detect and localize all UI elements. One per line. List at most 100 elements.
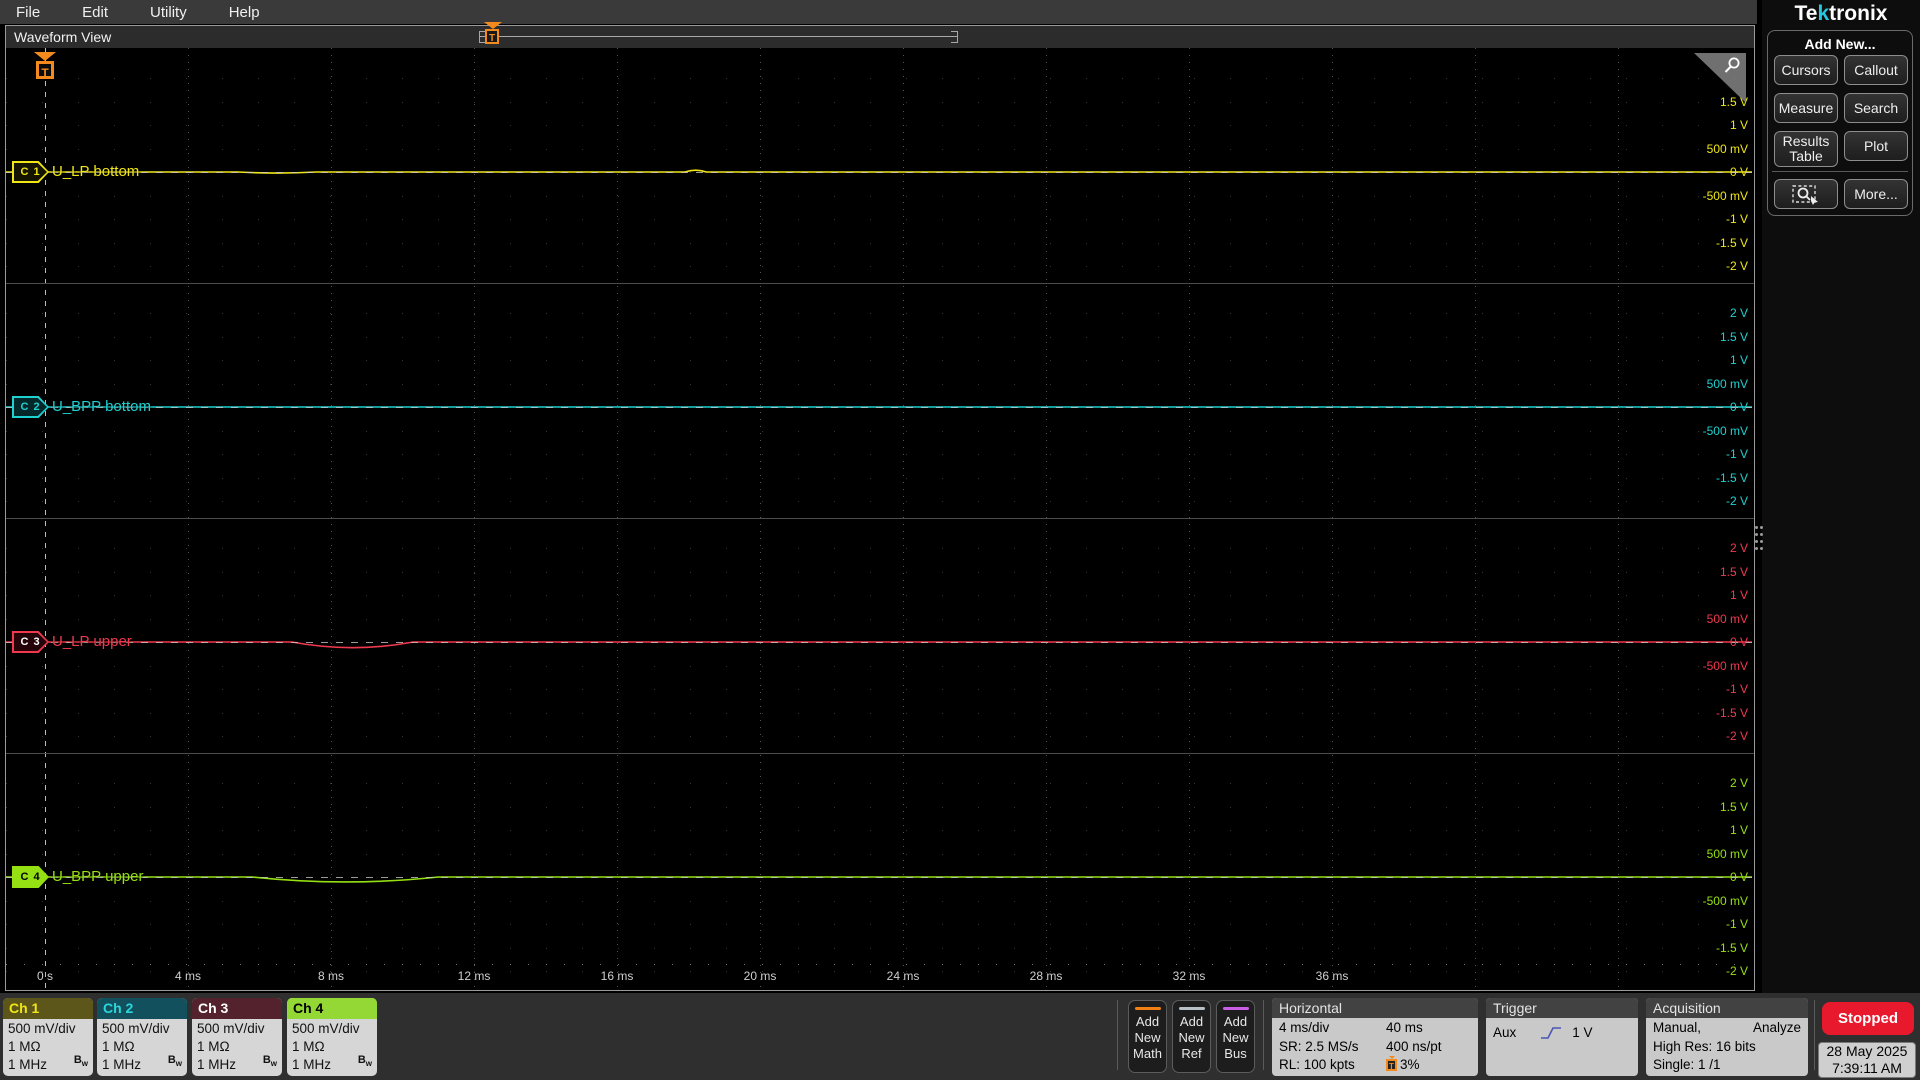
record-view-minimap[interactable]: T <box>476 22 961 48</box>
horizontal-panel[interactable]: Horizontal 4 ms/div 40 ms SR: 2.5 MS/s 400 … <box>1272 998 1478 1076</box>
zero-volt-reference-line <box>6 407 1752 408</box>
add-button-accent <box>1134 1007 1161 1010</box>
channel-label-1[interactable]: U_LP bottom <box>52 163 139 180</box>
trigger-percent-icon: T <box>1386 1056 1397 1072</box>
time-axis-label: 4 ms <box>174 969 202 983</box>
channel-badge-4[interactable]: C 4 <box>12 866 49 888</box>
channel-scale: 500 mV/div <box>292 1021 360 1036</box>
add-new-ref-button[interactable]: Add New Ref <box>1172 1000 1211 1073</box>
horizontal-row: SR: 2.5 MS/s 400 ns/pt <box>1279 1038 1471 1057</box>
acquisition-resolution: High Res: 16 bits <box>1653 1038 1756 1054</box>
waveform-view-titlebar: Waveform View T <box>6 22 1754 48</box>
add-button-label: New <box>1222 1030 1249 1045</box>
more-button[interactable]: More... <box>1844 179 1908 209</box>
channel-badge-3[interactable]: C 3 <box>12 631 49 653</box>
add-new-plot-button[interactable]: Plot <box>1844 131 1908 161</box>
axis-label: 0 V <box>1729 400 1748 414</box>
channel-settings-name: Ch 4 <box>287 998 377 1019</box>
zoom-select-button[interactable] <box>1774 179 1838 209</box>
zoom-select-icon <box>1792 185 1818 205</box>
channel-settings-badge-2[interactable]: Ch 2 500 mV/div 1 MΩ 1 MHz Bw <box>97 998 187 1076</box>
add-button-accent <box>1222 1007 1249 1010</box>
channel-section-4: 2 V 1.5 V 1 V 500 mV 0 V -500 mV -1 V -1.5 V -2 … <box>6 753 1754 988</box>
axis-label: 1 V <box>1729 118 1748 132</box>
axis-label: 1.5 V <box>1719 799 1748 814</box>
axis-label: -500 mV <box>1702 893 1748 908</box>
add-button-label: Add <box>1223 1014 1248 1029</box>
time-axis-label: 36 ms <box>1315 969 1349 983</box>
time: 7:39:11 AM <box>1832 1060 1902 1076</box>
menu-utility[interactable]: Utility <box>150 4 187 21</box>
channel-settings-badge-3[interactable]: Ch 3 500 mV/div 1 MΩ 1 MHz Bw <box>192 998 282 1076</box>
channel-label-4[interactable]: U_BPP upper <box>52 868 143 885</box>
menu-bar: File Edit Utility Help <box>0 0 1757 24</box>
minimap-trigger-icon[interactable]: T <box>485 29 499 44</box>
menu-file[interactable]: File <box>16 4 40 21</box>
add-button-label: New <box>1178 1030 1205 1045</box>
add-new-title: Add New... <box>1804 36 1876 52</box>
channel-label-2[interactable]: U_BPP bottom <box>52 398 151 415</box>
axis-label: -500 mV <box>1702 423 1748 438</box>
add-button-label: New <box>1134 1030 1161 1045</box>
waveform-grid: 1.5 V 1 V 500 mV 0 V -500 mV -1 V -1.5 V -2 V C … <box>6 48 1754 990</box>
oscilloscope-screen: File Edit Utility Help Waveform View T 1.5 … <box>0 0 1920 1080</box>
axis-label: -2 V <box>1725 494 1748 508</box>
axis-label: 500 mV <box>1706 611 1748 626</box>
channel-badge-2[interactable]: C 2 <box>12 396 49 418</box>
bandwidth-limit-icon: Bw <box>167 1053 182 1068</box>
add-new-math-button[interactable]: Add New Math <box>1128 1000 1167 1073</box>
axis-label: -1 V <box>1725 447 1748 461</box>
acquisition-panel[interactable]: Acquisition Manual, Analyze High Res: 16… <box>1646 998 1808 1076</box>
axis-label: 0 V <box>1729 635 1748 649</box>
axis-label: -2 V <box>1725 729 1748 743</box>
menu-edit[interactable]: Edit <box>82 4 108 21</box>
horizontal-row-left: RL: 100 kpts <box>1279 1057 1355 1072</box>
add-new-search-button[interactable]: Search <box>1844 93 1908 123</box>
waveform-trace <box>6 406 1752 408</box>
channel-badge-1[interactable]: C 1 <box>12 161 49 183</box>
channel-settings-badge-1[interactable]: Ch 1 500 mV/div 1 MΩ 1 MHz Bw <box>3 998 93 1076</box>
axis-label: 0 V <box>1729 870 1748 884</box>
time-axis-label: 24 ms <box>886 969 920 983</box>
menu-help[interactable]: Help <box>229 4 260 21</box>
channel-settings-body: 500 mV/div 1 MΩ 1 MHz Bw <box>97 1019 187 1075</box>
axis-label: -2 V <box>1725 259 1748 273</box>
time-axis-label: 8 ms <box>317 969 345 983</box>
trigger-panel-title: Trigger <box>1486 998 1638 1018</box>
zero-volt-reference-line <box>6 877 1752 878</box>
add-new-results-table-button[interactable]: Results Table <box>1774 131 1838 167</box>
add-new-cursors-button[interactable]: Cursors <box>1774 55 1838 85</box>
trigger-panel[interactable]: Trigger Aux 1 V <box>1486 998 1638 1076</box>
trigger-flag[interactable]: T <box>34 52 56 80</box>
channel-settings-badge-4[interactable]: Ch 4 500 mV/div 1 MΩ 1 MHz Bw <box>287 998 377 1076</box>
axis-label: 2 V <box>1729 306 1748 320</box>
minimap-right-bracket <box>957 31 958 43</box>
waveform-trace <box>6 641 1752 649</box>
add-new-bus-button[interactable]: Add New Bus <box>1216 1000 1255 1073</box>
horizontal-panel-title: Horizontal <box>1272 998 1478 1018</box>
add-button-label: Add <box>1135 1014 1160 1029</box>
add-new-callout-button[interactable]: Callout <box>1844 55 1908 85</box>
axis-label: -1 V <box>1725 682 1748 696</box>
acquisition-mode: Manual, <box>1653 1020 1702 1035</box>
run-stop-status-button[interactable]: Stopped <box>1822 1002 1914 1035</box>
acquisition-panel-title: Acquisition <box>1646 998 1808 1018</box>
minimap-line <box>479 36 957 37</box>
channel-label-3[interactable]: U_LP upper <box>52 633 132 650</box>
channel-scale: 500 mV/div <box>102 1021 170 1036</box>
add-new-measure-button[interactable]: Measure <box>1774 93 1838 123</box>
axis-label: -500 mV <box>1702 658 1748 673</box>
axis-label: 1.5 V <box>1719 329 1748 344</box>
zero-volt-reference-line <box>6 642 1752 643</box>
axis-label: -2 V <box>1725 964 1748 978</box>
axis-label: -1.5 V <box>1715 470 1748 485</box>
channel-settings-body: 500 mV/div 1 MΩ 1 MHz Bw <box>192 1019 282 1075</box>
zoom-corner-button[interactable] <box>1694 53 1746 103</box>
horizontal-row-right: T 3% <box>1386 1056 1471 1075</box>
sidebar-divider <box>1772 171 1908 172</box>
time-axis-label: 0 s <box>36 969 54 983</box>
axis-label: -1.5 V <box>1715 235 1748 250</box>
waveform-view-title: Waveform View <box>14 29 112 45</box>
channel-settings-body: 500 mV/div 1 MΩ 1 MHz Bw <box>287 1019 377 1075</box>
panel-resize-handle[interactable] <box>1755 526 1767 560</box>
